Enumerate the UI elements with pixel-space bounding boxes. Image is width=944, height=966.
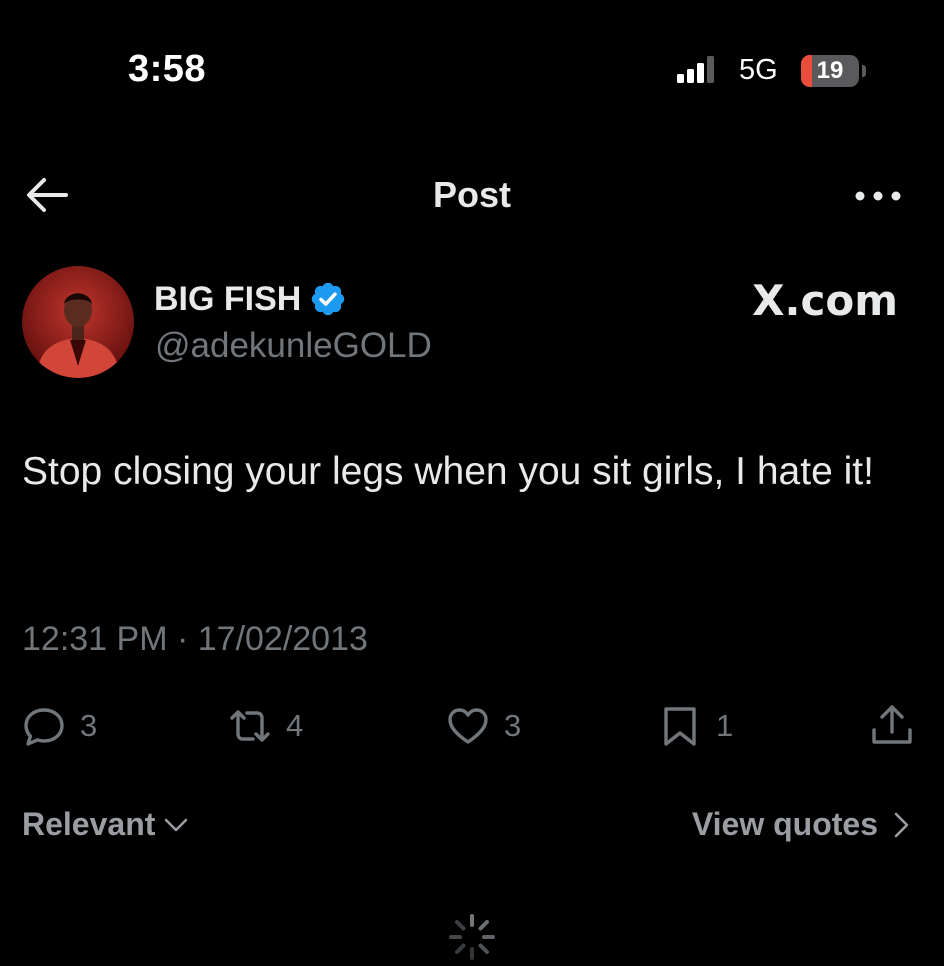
watermark: X.com: [752, 276, 898, 325]
reply-count: 3: [80, 708, 98, 743]
cellular-signal-icon: [677, 56, 714, 83]
share-icon[interactable]: [869, 702, 915, 748]
post-timestamp: 12:31 PM · 17/02/2013: [22, 620, 368, 658]
bookmark-count: 1: [716, 708, 734, 743]
view-quotes-label: View quotes: [691, 806, 878, 842]
battery-level: 19: [816, 57, 844, 84]
chevron-right-icon: [894, 812, 909, 837]
arrow-left-icon[interactable]: [24, 174, 70, 216]
heart-icon: [448, 708, 488, 744]
author-name[interactable]: BIG FISH: [154, 280, 301, 319]
view-quotes-link[interactable]: View quotes: [692, 806, 916, 843]
reply-icon: [24, 708, 64, 746]
bookmark-icon: [664, 707, 696, 746]
repost-icon: [230, 710, 270, 742]
author-handle[interactable]: @adekunleGOLD: [155, 326, 432, 366]
loading-spinner-icon: [449, 914, 495, 960]
network-label: 5G: [739, 54, 778, 86]
replies-sort-button[interactable]: Relevant: [22, 806, 191, 843]
verified-badge-icon: [312, 282, 345, 316]
replies-sort-label: Relevant: [22, 806, 156, 842]
reply-button[interactable]: 3: [22, 704, 97, 748]
status-time: 3:58: [128, 48, 207, 90]
battery-indicator: 19: [801, 55, 871, 87]
page-title: Post: [432, 174, 511, 215]
repost-count: 4: [286, 708, 304, 743]
chevron-down-icon: [165, 818, 188, 831]
more-horizontal-icon[interactable]: [852, 184, 904, 208]
avatar[interactable]: [22, 266, 134, 378]
repost-button[interactable]: 4: [228, 704, 303, 748]
like-button[interactable]: 3: [446, 704, 521, 748]
post-text: Stop closing your legs when you sit girl…: [22, 450, 874, 493]
like-count: 3: [504, 708, 522, 743]
bookmark-button[interactable]: 1: [658, 704, 733, 748]
